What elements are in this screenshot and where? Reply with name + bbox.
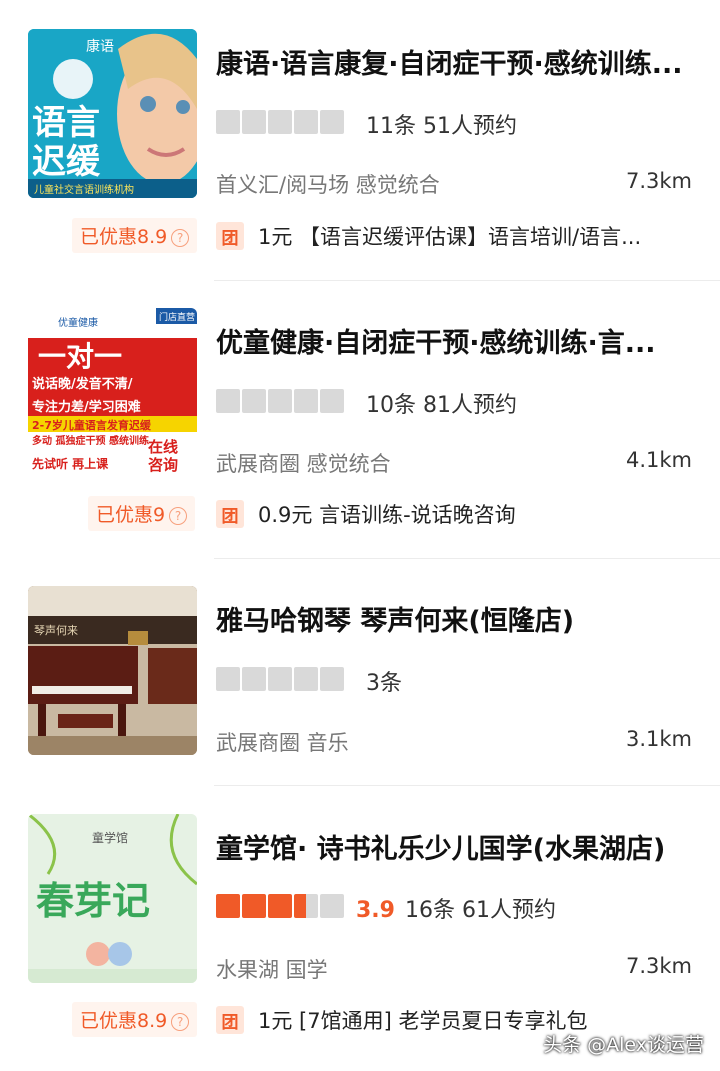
shop-title[interactable]: 优童健康·自闭症干预·感统训练·言... — [216, 321, 700, 360]
rating-stars — [216, 110, 344, 134]
shop-distance: 3.1km — [625, 727, 692, 751]
shop-distance: 7.3km — [625, 954, 692, 978]
shop-distance: 4.1km — [625, 448, 692, 472]
discount-badge[interactable]: 已优惠8.9? — [72, 218, 198, 253]
shop-thumbnail[interactable]: 童学馆 春芽记 — [28, 814, 197, 983]
star-icon — [268, 894, 292, 918]
discount-label: 已优惠9 — [96, 504, 166, 526]
thumb-line-3: 2-7岁儿童语言发育迟缓 — [32, 418, 152, 432]
shop-distance: 7.3km — [625, 169, 692, 193]
star-icon — [242, 894, 266, 918]
shop-thumbnail[interactable]: 优童健康 门店直营 一对一 说话晚/发音不清/ 专注力差/学习困难 2-7岁儿童… — [28, 308, 197, 477]
discount-label: 已优惠8.9 — [80, 1010, 168, 1032]
deal-text: 1元 【语言迟缓评估课】语言培训/语言... — [258, 225, 642, 249]
help-icon[interactable]: ? — [171, 1012, 190, 1031]
thumb-line-4: 多动 孤独症干预 感统训练 — [32, 434, 149, 447]
review-count: 3条 — [366, 671, 402, 696]
thumbnail-image: 优童健康 门店直营 一对一 说话晚/发音不清/ 专注力差/学习困难 2-7岁儿童… — [28, 308, 197, 477]
star-icon — [320, 894, 344, 918]
thumb-tag: 门店直营 — [159, 311, 195, 323]
star-icon — [294, 667, 318, 691]
thumb-consult: 咨询 — [148, 456, 178, 474]
thumb-headline: 一对一 — [38, 340, 122, 373]
thumb-brand: 康语 — [86, 38, 114, 55]
rating-stars — [216, 894, 344, 918]
deal-row[interactable]: 团 0.9元 言语训练-说话晚咨询 — [216, 498, 676, 530]
discount-badge[interactable]: 已优惠8.9? — [72, 1002, 198, 1037]
thumb-title-2: 迟缓 — [32, 142, 101, 182]
list-item[interactable]: 优童健康 门店直营 一对一 说话晚/发音不清/ 专注力差/学习困难 2-7岁儿童… — [0, 281, 720, 558]
rating-stars — [216, 667, 344, 691]
thumb-brand: 优童健康 — [58, 316, 98, 329]
star-icon — [294, 389, 318, 413]
shop-location: 水果湖 国学 — [216, 958, 328, 982]
review-meta: 16条 61人预约 — [404, 898, 556, 923]
shop-title[interactable]: 童学馆· 诗书礼乐少儿国学(水果湖店) — [216, 827, 700, 866]
review-count: 11条 51人预约 — [366, 114, 517, 139]
shop-title[interactable]: 康语·语言康复·自闭症干预·感统训练... — [216, 42, 700, 81]
shop-location: 首义汇/阅马场 感觉统合 — [216, 173, 440, 197]
deal-text: 0.9元 言语训练-说话晚咨询 — [258, 503, 516, 527]
group-deal-icon: 团 — [216, 500, 244, 528]
star-icon — [216, 667, 240, 691]
thumbnail-image: 琴声何来 — [28, 586, 197, 755]
thumb-line-2: 专注力差/学习困难 — [32, 399, 141, 415]
rating-stars — [216, 389, 344, 413]
thumb-online: 在线 — [148, 438, 178, 456]
discount-label: 已优惠8.9 — [80, 226, 168, 248]
star-icon — [320, 110, 344, 134]
group-deal-icon: 团 — [216, 1006, 244, 1034]
help-icon[interactable]: ? — [171, 228, 190, 247]
star-icon — [268, 667, 292, 691]
list-item[interactable]: 童学馆 春芽记 童学馆· 诗书礼乐少儿国学(水果湖店) 3.9 16条 61人预约… — [0, 786, 720, 1071]
star-icon — [242, 667, 266, 691]
star-icon — [320, 667, 344, 691]
thumb-trial: 先试听 再上课 — [32, 456, 109, 471]
thumb-brand: 童学馆 — [92, 830, 128, 845]
thumb-sign: 琴声何来 — [34, 623, 78, 637]
star-icon — [216, 389, 240, 413]
shop-location: 武展商圈 感觉统合 — [216, 452, 391, 476]
thumb-title: 春芽记 — [36, 879, 150, 923]
thumbnail-image: 童学馆 春芽记 — [28, 814, 197, 983]
star-icon — [242, 110, 266, 134]
shop-location: 武展商圈 音乐 — [216, 731, 349, 755]
star-icon — [320, 389, 344, 413]
deal-text: 1元 [7馆通用] 老学员夏日专享礼包 — [258, 1009, 588, 1033]
thumbnail-image: 康语 语言 迟缓 儿童社交言语训练机构 — [28, 29, 197, 198]
star-icon — [216, 110, 240, 134]
star-icon — [216, 894, 240, 918]
review-count: 3.9 16条 61人预约 — [356, 892, 556, 924]
star-icon — [294, 110, 318, 134]
shop-title[interactable]: 雅马哈钢琴 琴声何来(恒隆店) — [216, 599, 700, 638]
discount-badge[interactable]: 已优惠9? — [88, 496, 196, 531]
shop-thumbnail[interactable]: 琴声何来 — [28, 586, 197, 755]
thumb-title-1: 语言 — [32, 103, 100, 143]
thumb-line-1: 说话晚/发音不清/ — [32, 376, 133, 392]
list-item[interactable]: 琴声何来 雅马哈钢琴 琴声何来(恒隆店) 3条 武展商圈 音乐 3.1km — [0, 559, 720, 785]
group-deal-icon: 团 — [216, 222, 244, 250]
star-icon — [268, 110, 292, 134]
deal-row[interactable]: 团 1元 【语言迟缓评估课】语言培训/语言... — [216, 220, 676, 252]
rating-score: 3.9 — [356, 898, 395, 923]
shop-thumbnail[interactable]: 康语 语言 迟缓 儿童社交言语训练机构 — [28, 29, 197, 198]
help-icon[interactable]: ? — [169, 506, 188, 525]
star-half-icon — [294, 894, 318, 918]
watermark: 头条 @Alex谈运营 — [543, 1034, 704, 1056]
list-item[interactable]: 康语 语言 迟缓 儿童社交言语训练机构 康语·语言康复·自闭症干预·感统训练..… — [0, 0, 720, 280]
review-count: 10条 81人预约 — [366, 393, 517, 418]
star-icon — [242, 389, 266, 413]
thumb-caption: 儿童社交言语训练机构 — [34, 183, 134, 196]
star-icon — [268, 389, 292, 413]
